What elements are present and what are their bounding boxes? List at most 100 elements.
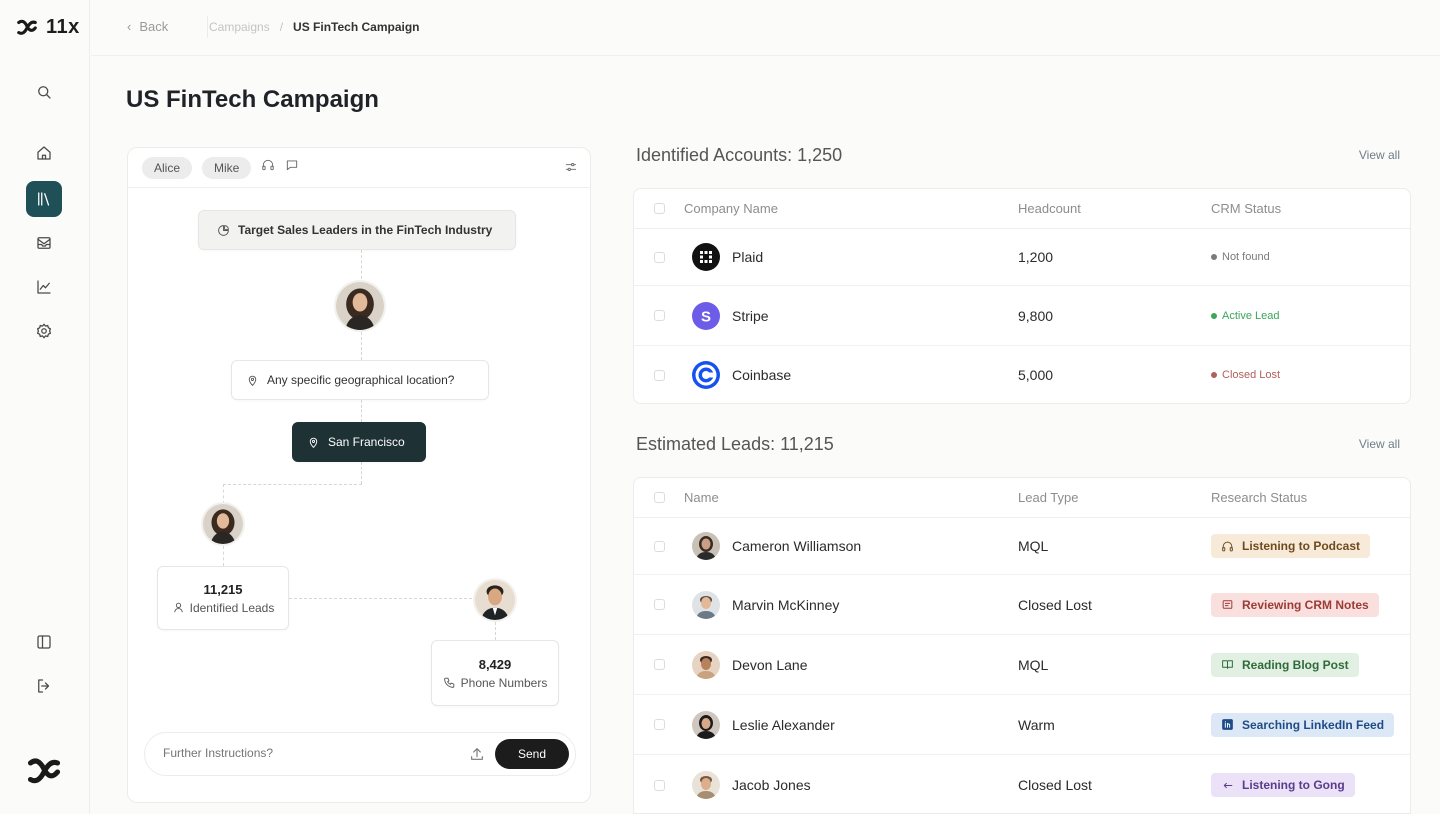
avatar <box>692 650 720 679</box>
location-pin-icon <box>309 437 318 448</box>
row-checkbox[interactable] <box>634 310 684 321</box>
select-all-checkbox[interactable] <box>634 203 684 214</box>
target-node[interactable]: Target Sales Leaders in the FinTech Indu… <box>198 210 516 250</box>
sidebar-toggle-icon <box>37 635 51 649</box>
sidebar-item-analytics[interactable] <box>26 269 62 305</box>
research-status-label: Reading Blog Post <box>1242 657 1349 672</box>
table-row[interactable]: Cameron Williamson MQL Listening to Podc… <box>634 518 1410 575</box>
leads-view-all-link[interactable]: View all <box>1359 437 1400 451</box>
table-row[interactable]: Devon Lane MQL Reading Blog Post <box>634 635 1410 695</box>
connector <box>361 250 362 284</box>
accounts-view-all-link[interactable]: View all <box>1359 148 1400 162</box>
target-label: Target Sales Leaders in the FinTech Indu… <box>238 223 493 237</box>
column-header[interactable]: Lead Type <box>1018 490 1211 505</box>
gear-icon <box>36 323 52 339</box>
crm-status-label: Not found <box>1222 251 1270 263</box>
stripe-logo-icon: S <box>692 301 720 330</box>
plaid-logo-icon <box>692 243 720 271</box>
agent-chip-mike[interactable]: Mike <box>202 156 252 179</box>
question-node[interactable]: Any specific geographical location? <box>231 360 489 400</box>
sidebar-item-panel-toggle[interactable] <box>26 624 62 660</box>
select-all-checkbox[interactable] <box>634 492 684 503</box>
agent-chip-alice[interactable]: Alice <box>142 156 193 179</box>
send-button[interactable]: Send <box>495 739 569 769</box>
row-checkbox[interactable] <box>634 659 684 670</box>
instructions-input[interactable] <box>163 746 443 760</box>
breadcrumb-parent[interactable]: Campaigns <box>209 20 270 34</box>
table-row[interactable]: Coinbase 5,000 Closed Lost <box>634 346 1410 404</box>
company-name: Coinbase <box>732 367 792 383</box>
notes-icon <box>1222 600 1233 609</box>
lead-type: Warm <box>1018 716 1055 733</box>
row-checkbox[interactable] <box>634 540 684 552</box>
column-header[interactable]: CRM Status <box>1211 201 1410 216</box>
company-name: Plaid <box>732 249 764 265</box>
lead-name-cell: Marvin McKinney <box>684 590 1018 619</box>
lead-name: Marvin McKinney <box>732 596 840 613</box>
app-logo[interactable]: 11x <box>16 16 80 39</box>
column-header[interactable]: Headcount <box>1018 201 1211 216</box>
lead-type: Closed Lost <box>1018 777 1092 793</box>
phone-label-row: Phone Numbers <box>443 676 547 690</box>
table-row[interactable]: Leslie Alexander Warm Searching LinkedIn… <box>634 695 1410 755</box>
row-checkbox[interactable] <box>634 599 684 610</box>
search-icon <box>38 86 51 99</box>
column-header[interactable]: Research Status <box>1211 490 1410 505</box>
phone-numbers-node[interactable]: 8,429 Phone Numbers <box>431 640 559 706</box>
sliders-icon[interactable] <box>564 160 578 179</box>
row-checkbox[interactable] <box>634 779 684 791</box>
row-checkbox[interactable] <box>634 719 684 730</box>
sidebar-item-search[interactable] <box>26 74 62 110</box>
leads-count: 11,215 <box>203 581 243 597</box>
table-row[interactable]: Marvin McKinney Closed Lost Reviewing CR… <box>634 575 1410 635</box>
back-button[interactable]: ‹ Back <box>127 19 168 34</box>
research-status-badge: Searching LinkedIn Feed <box>1211 712 1395 737</box>
research-status-label: Listening to Podcast <box>1242 539 1361 553</box>
lead-name: Devon Lane <box>732 656 808 673</box>
research-status-badge: Reading Blog Post <box>1211 652 1359 677</box>
lead-type: MQL <box>1018 538 1049 554</box>
sidebar-item-inbox[interactable] <box>26 225 62 261</box>
sidebar-item-settings[interactable] <box>26 313 62 349</box>
column-header[interactable]: Name <box>684 490 1018 505</box>
library-icon <box>38 192 50 206</box>
bottom-logo-icon <box>27 758 61 784</box>
lead-name-cell: Devon Lane <box>684 650 1018 679</box>
logo-mark-icon <box>17 19 37 35</box>
company-cell: S Stripe <box>684 301 1018 330</box>
row-checkbox[interactable] <box>634 369 684 381</box>
flow-header: Alice Mike <box>128 148 590 188</box>
agent-avatar <box>334 280 386 332</box>
gong-icon <box>1223 782 1233 788</box>
divider <box>207 16 208 38</box>
research-status-label: Reviewing CRM Notes <box>1242 597 1369 612</box>
logout-icon <box>38 679 50 693</box>
coinbase-logo-icon <box>692 361 720 389</box>
crm-status: Not found <box>1211 251 1410 263</box>
table-row[interactable]: Jacob Jones Closed Lost Listening to Gon… <box>634 755 1410 814</box>
connector <box>223 484 224 504</box>
sidebar: 11x <box>0 0 90 814</box>
answer-node[interactable]: San Francisco <box>292 422 426 462</box>
row-checkbox[interactable] <box>634 251 684 263</box>
sidebar-item-logout[interactable] <box>26 668 62 704</box>
lead-name: Leslie Alexander <box>732 716 835 733</box>
chevron-left-icon: ‹ <box>127 19 132 34</box>
avatar <box>692 590 720 619</box>
sidebar-item-library[interactable] <box>26 181 62 217</box>
chat-icon[interactable] <box>285 158 299 177</box>
headphones-icon[interactable] <box>261 158 275 177</box>
sidebar-item-home[interactable] <box>26 135 62 171</box>
connector <box>223 484 362 485</box>
connector <box>361 400 362 422</box>
table-row[interactable]: S Stripe 9,800 Active Lead <box>634 286 1410 346</box>
instruction-bar: Send <box>144 732 576 776</box>
phone-count: 8,429 <box>478 656 512 672</box>
crm-status-label: Closed Lost <box>1222 369 1281 381</box>
identified-leads-node[interactable]: 11,215 Identified Leads <box>157 566 289 630</box>
crm-status: Closed Lost <box>1211 369 1410 381</box>
upload-icon[interactable] <box>469 746 485 767</box>
column-header[interactable]: Company Name <box>684 201 1018 216</box>
table-row[interactable]: Plaid 1,200 Not found <box>634 229 1410 286</box>
chart-icon <box>37 280 51 294</box>
